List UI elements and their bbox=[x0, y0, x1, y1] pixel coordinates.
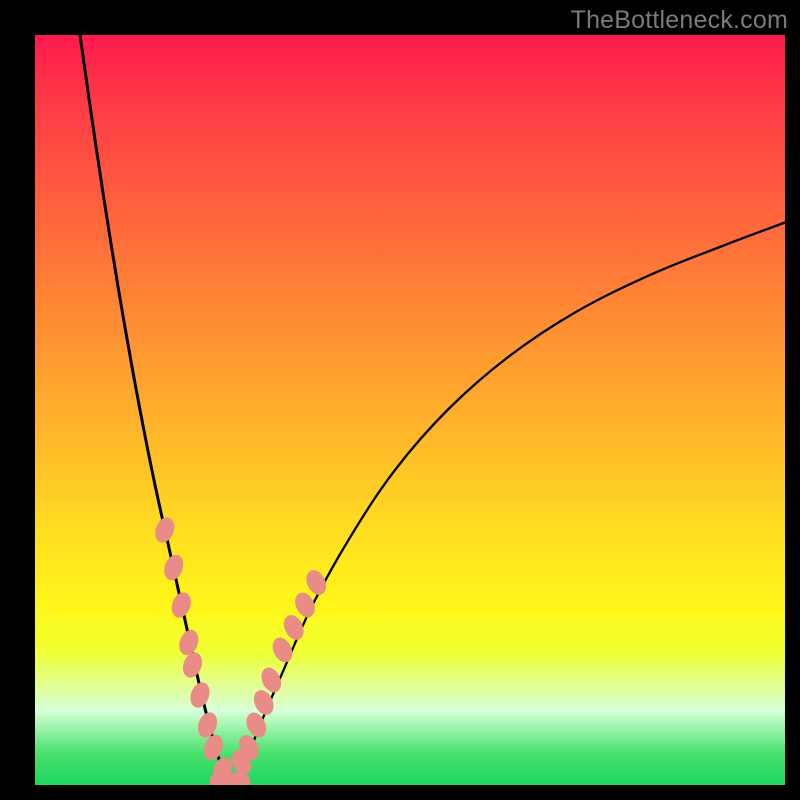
data-marker bbox=[152, 515, 178, 546]
curve-left-branch bbox=[80, 35, 230, 785]
curve-right-branch bbox=[230, 223, 785, 786]
data-marker bbox=[168, 590, 194, 621]
data-marker bbox=[280, 612, 307, 643]
data-marker bbox=[303, 567, 330, 598]
chart-svg bbox=[35, 35, 785, 785]
data-marker bbox=[187, 680, 213, 711]
chart-frame: TheBottleneck.com bbox=[0, 0, 800, 800]
data-marker bbox=[291, 589, 318, 620]
chart-plot-area bbox=[35, 35, 785, 785]
chart-markers bbox=[152, 515, 330, 785]
watermark-text: TheBottleneck.com bbox=[571, 6, 788, 35]
data-marker bbox=[161, 552, 187, 583]
